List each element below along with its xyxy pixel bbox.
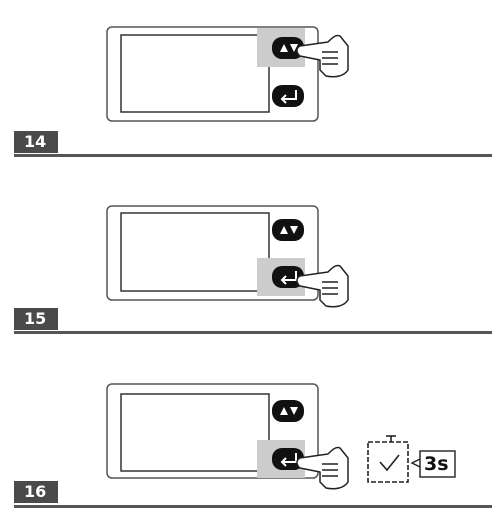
device-display-screen — [120, 212, 270, 292]
step-14: 14 — [0, 0, 496, 172]
step-divider — [14, 154, 492, 157]
stopwatch-icon — [367, 435, 409, 483]
up-down-button — [272, 219, 304, 241]
step-16: 3s 16 — [0, 355, 496, 527]
timer-duration-label: 3s — [424, 453, 449, 475]
step-number-label: 16 — [14, 481, 58, 503]
device-display-screen — [120, 393, 270, 472]
step-15: 15 — [0, 178, 496, 350]
step-divider — [14, 331, 492, 334]
enter-button — [272, 85, 304, 107]
device-display-screen — [120, 34, 270, 113]
step-divider — [14, 505, 492, 508]
device-illustration — [106, 205, 349, 308]
device-illustration — [106, 26, 349, 122]
step-number-label: 15 — [14, 308, 58, 330]
step-number-label: 14 — [14, 131, 58, 153]
device-illustration — [106, 383, 456, 490]
up-down-button — [272, 400, 304, 422]
